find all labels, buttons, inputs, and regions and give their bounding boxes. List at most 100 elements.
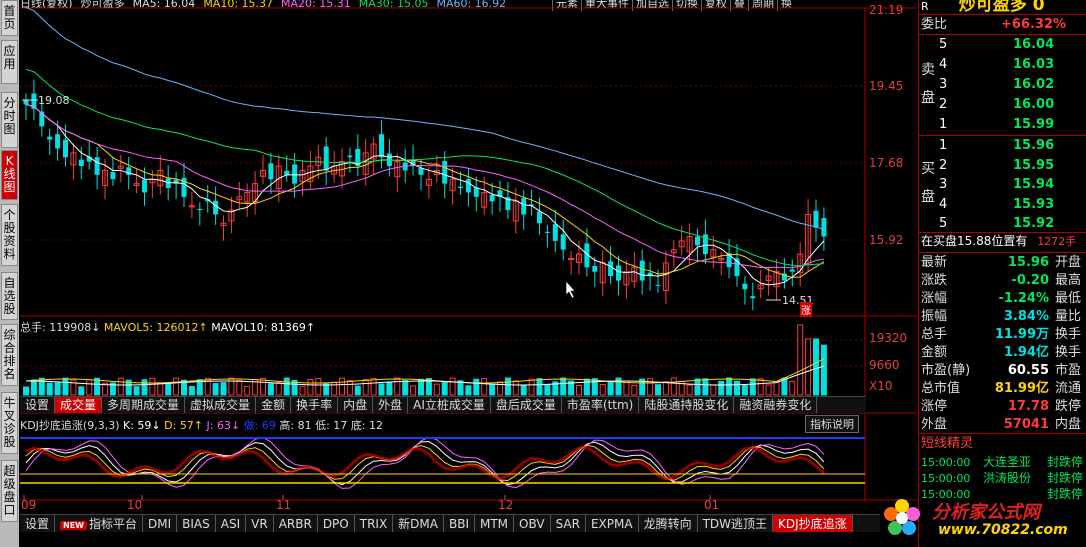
indicator-tab-17[interactable]: KDJ抄底追涨 [773,515,853,532]
stat-label-2: 换手 [1055,327,1082,342]
sell-level: 1 [939,117,948,132]
volume-tab-5[interactable]: 换手率 [291,397,339,413]
weibi-label: 委比 [921,17,948,32]
stat-row-0: 最新 15.96 开盘 [921,253,1085,272]
kdj-k: K: 59↓ [123,419,161,432]
kdj-legend: KDJ抄底追涨(9,3,3) K: 59↓ D: 57↑ J: 63↓ 做: 6… [20,417,383,433]
volume-tab-8[interactable]: AI立桩成交量 [408,397,491,413]
date-label-1: 09 [21,498,37,512]
buy-level: 4 [939,196,948,212]
short-title: 短线精灵 [921,436,974,451]
logo-url: www.70822.com [938,522,1068,538]
indicator-tab-3[interactable]: BIAS [177,515,216,532]
indicator-tab-12[interactable]: OBV [514,515,551,532]
indicator-tab-10[interactable]: BBI [444,515,475,532]
indicator-tab-9[interactable]: 新DMA [393,515,444,532]
stat-value: 3.84% [1003,309,1049,324]
indicator-tab-7[interactable]: DPO [318,515,355,532]
volume-tab-10[interactable]: 市盈率(ttm) [562,397,640,413]
vol-total: 总手: 119908↓ [20,321,101,334]
stat-label: 振幅 [921,309,948,324]
volume-legend: 总手: 119908↓ MAVOL5: 126012↑ MAVOL10: 813… [20,319,315,335]
indicator-tab-5[interactable]: VR [246,515,274,532]
indicator-tab-1[interactable]: NEW 指标平台 [55,515,144,532]
stat-label: 金额 [921,345,948,360]
stat-label-2: 最低 [1055,291,1082,306]
stat-value: 60.55 [1007,363,1049,378]
stat-label: 外盘 [921,417,948,432]
volume-tab-1[interactable]: 成交量 [55,397,103,413]
stat-row-7: 总市值 81.99亿 流通 [921,379,1085,398]
volume-tab-2[interactable]: 多周期成交量 [102,397,186,413]
indicator-tab-15[interactable]: 龙腾转向 [639,515,698,532]
short-time: 15:00:00 [921,472,971,485]
volume-tab-11[interactable]: 陆股通持股变化 [639,397,735,413]
volume-tab-0[interactable]: 设置 [20,397,56,413]
stat-row-9: 外盘 57041 内盘 [921,415,1085,434]
candlestick-chart[interactable] [0,0,918,547]
buy-row-5: 5 15.92 [921,214,1085,233]
stat-label: 市盈(静) [921,363,971,378]
volume-tab-12[interactable]: 融资融券变化 [734,397,818,413]
indicator-tab-4[interactable]: ASI [216,515,247,532]
vol-ma10: MAVOL10: 81369↑ [211,321,316,334]
kdj-d: D: 57↑ [164,419,204,432]
quote-panel: R 炒可盈多 0 委比 +66.32% 卖盘 5 16.04 4 16.03 3 16.0… [918,0,1086,547]
mouse-cursor-icon [565,280,576,299]
stat-value: 17.78 [1007,399,1049,414]
volume-tab-4[interactable]: 金额 [256,397,292,413]
volume-indicator-tabs: 设置 成交量 多周期成交量 虚拟成交量 金额 换手率 内盘 外盘 AI立桩成交量 盘后成交量 市盈率… [20,396,866,413]
stat-label: 最新 [921,255,948,270]
weibi-value: +66.32% [1001,17,1067,32]
indicator-tab-16[interactable]: TDW逃顶王 [698,515,774,532]
indicator-tab-14[interactable]: EXPMA [586,515,639,532]
buy-notice-value: 1272手 [1037,235,1077,248]
date-label-3: 11 [276,498,292,512]
stat-row-8: 涨停 17.78 跌停 [921,397,1085,416]
stat-value: 57041 [1003,417,1049,432]
indicator-tab-2[interactable]: DMI [143,515,178,532]
indicator-tab-6[interactable]: ARBR [274,515,318,532]
kdj-bottom: 底: 12 [350,419,384,432]
buy-level: 2 [939,157,948,173]
sell-row-1: 5 16.04 [921,35,1085,54]
stat-value: 15.96 [1007,255,1049,270]
stat-label: 总手 [921,327,948,342]
price-tick-1: 21.19 [869,3,904,17]
logo-text: 分析家公式网 [932,502,1040,523]
kdj-low: 低: 17 [315,419,348,432]
sell-level: 3 [939,77,948,92]
buy-level: 1 [939,138,948,153]
stat-label-2: 最高 [1055,273,1082,288]
stock-chart-window: 首页 应用 分时图 K线图 个股资料 自选股 综合排名 牛叉诊股 超级盘口 日线… [0,0,1086,547]
stat-value: -0.20 [1011,273,1049,288]
volume-tab-6[interactable]: 内盘 [338,397,374,413]
stat-row-1: 涨跌 -0.20 最高 [921,271,1085,290]
new-badge: NEW [60,521,87,530]
indicator-tab-8[interactable]: TRIX [355,515,394,532]
weibi-row: 委比 +66.32% [921,15,1085,34]
price-tick-2: 19.45 [869,79,904,93]
buy-price: 15.95 [1013,157,1055,173]
indicator-tab-13[interactable]: SAR [551,515,586,532]
buy-row-3: 3 15.94 [921,175,1085,194]
indicator-help-button[interactable]: 指标说明 [805,415,859,433]
price-tick-4: 15.92 [869,233,904,247]
sell-level: 4 [939,57,948,72]
volume-tab-7[interactable]: 外盘 [373,397,409,413]
short-title-row: 短线精灵 [921,434,1085,453]
stat-label: 涨幅 [921,291,948,306]
sell-level: 2 [939,97,948,112]
sell-row-3: 3 16.02 [921,75,1085,94]
sell-price: 16.04 [1013,37,1055,52]
volume-tab-9[interactable]: 盘后成交量 [491,397,562,413]
indicator-tab-0[interactable]: 设置 [20,515,56,532]
kdj-name: KDJ抄底追涨(9,3,3) [20,419,120,432]
volume-tab-3[interactable]: 虚拟成交量 [185,397,257,413]
buy-row-1: 1 15.96 [921,136,1085,155]
vol-tick-2: 9660 [869,358,900,372]
indicator-tab-11[interactable]: MTM [475,515,515,532]
stat-label-2: 量比 [1055,309,1082,324]
stat-label: 总市值 [921,381,961,396]
kdj-j: J: 63↓ [206,419,241,432]
